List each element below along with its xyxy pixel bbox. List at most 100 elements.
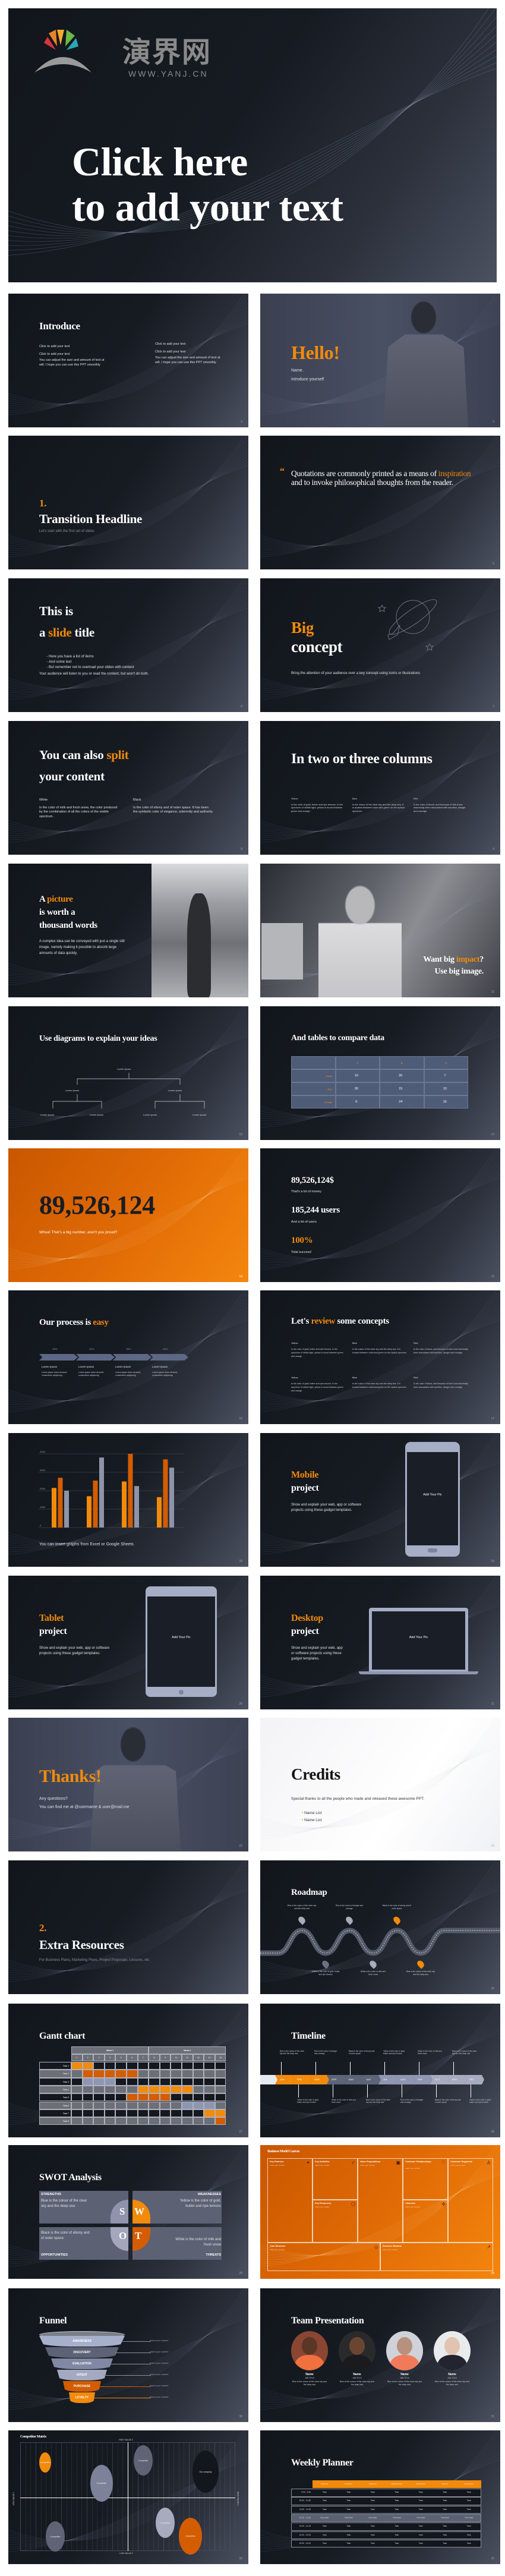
planner-cell[interactable]: Task <box>385 2525 409 2527</box>
slide-credits[interactable]: Credits Special thanks to all the people… <box>260 1718 500 1851</box>
title-slide[interactable]: 演界网 WWW.YANJ.CN Click here to add your t… <box>8 8 497 282</box>
hero-title-line2[interactable]: to add your text <box>72 185 343 228</box>
slide-roadmap[interactable]: Roadmap 26 Blue is the colour of the cle… <box>260 1860 500 1994</box>
slide-hello[interactable]: Hello! Name. introduce yourself 3 <box>260 294 500 427</box>
slide-quote[interactable]: “ Quotations are commonly printed as a m… <box>260 436 500 569</box>
canvas-block[interactable]: Customer Segments Insert your content ♙ <box>448 2158 493 2243</box>
slide-business-model-canvas[interactable]: Business Model Canvas 29 Key Partners Ins… <box>260 2145 500 2279</box>
planner-cell[interactable]: Task <box>361 2499 385 2502</box>
slide-swot[interactable]: SWOT Analysis S W O T STRENGTHS Blue is … <box>8 2145 248 2279</box>
slide-timeline[interactable]: Timeline 28 JAN Blue is the colour of the… <box>260 2004 500 2137</box>
competitor-bubble[interactable]: Competitor <box>90 2465 113 2502</box>
planner-cell[interactable]: Task <box>313 2508 337 2511</box>
planner-cell[interactable]: Task <box>361 2525 385 2527</box>
slide-team[interactable]: Team Presentation 31 Name JOB TITLE Blue i… <box>260 2288 500 2422</box>
slide-weekly-planner[interactable]: Weekly Planner 33 SUNDAY MONDAY TUESDAY WED… <box>260 2430 500 2564</box>
planner-cell[interactable]: Task <box>457 2534 481 2536</box>
planner-cell[interactable]: Task <box>385 2499 409 2502</box>
competitor-bubble[interactable]: Competitor <box>179 2518 202 2555</box>
slide-mobile[interactable]: Mobile project Show and explain your web… <box>260 1433 500 1567</box>
canvas-block[interactable]: Cost Structure Insert your content ◇ <box>267 2243 380 2271</box>
slide-extra-resources[interactable]: 2. Extra Resources For Business Plans, M… <box>8 1860 248 1994</box>
canvas-block[interactable]: Key Partners Insert your content ⚭ <box>267 2158 313 2243</box>
slide-slide-title[interactable]: This is a slide title Here you have a li… <box>8 578 248 712</box>
slide-desktop[interactable]: Desktop project Show and explain your we… <box>260 1576 500 1709</box>
planner-cell[interactable]: Task <box>409 2542 433 2544</box>
slide-split-content[interactable]: You can also split your content White Is … <box>8 721 248 855</box>
planner-cell[interactable]: Task <box>313 2534 337 2536</box>
planner-cell[interactable]: Task <box>313 2491 337 2493</box>
slide-tables[interactable]: And tables to compare data A B C Yellow 10 20… <box>260 1006 500 1140</box>
hero-title-line1[interactable]: Click here <box>72 140 248 183</box>
slide-process[interactable]: Our process is easy 16 20XX Lorem Ipsum Lo… <box>8 1290 248 1424</box>
slide-big-number[interactable]: 89,526,124 Whoa! That's a big number, ar… <box>8 1148 248 1282</box>
planner-cell[interactable]: Task <box>409 2499 433 2502</box>
phone-screen[interactable] <box>407 1452 458 1545</box>
planner-cell[interactable]: Task <box>361 2491 385 2493</box>
planner-cell[interactable]: Task <box>385 2542 409 2544</box>
slide-columns[interactable]: In two or three columns Yellow Is the col… <box>260 721 500 855</box>
competitor-bubble[interactable]: Competitor <box>134 2445 153 2476</box>
planner-cell[interactable]: Task <box>433 2508 457 2511</box>
planner-cell[interactable]: Free time <box>433 2517 457 2519</box>
slide-stats[interactable]: 89,526,124$ That's a lot of money 185,24… <box>260 1148 500 1282</box>
slide-introduce[interactable]: Introduce Click to add your text Click t… <box>8 294 248 427</box>
planner-cell[interactable]: Task <box>313 2499 337 2502</box>
planner-cell[interactable]: Task <box>457 2499 481 2502</box>
planner-cell[interactable]: Task <box>313 2525 337 2527</box>
planner-cell[interactable]: Task <box>337 2508 361 2511</box>
planner-cell[interactable]: Task <box>409 2525 433 2527</box>
slide-chart[interactable]: 0 1000 2000 3000 4000 You can insert graphs … <box>8 1433 248 1567</box>
slide-big-concept[interactable]: Big concept Bring the attention of your … <box>260 578 500 712</box>
planner-cell[interactable]: Task <box>337 2499 361 2502</box>
planner-cell[interactable]: Task <box>433 2491 457 2493</box>
canvas-block[interactable]: Channels Insert your content ✣ <box>403 2200 448 2243</box>
planner-cell[interactable]: Free time <box>337 2517 361 2519</box>
planner-cell[interactable]: Free time <box>361 2517 385 2519</box>
planner-cell[interactable]: Task <box>409 2508 433 2511</box>
slide-funnel[interactable]: Funnel 30 AWARENESS Insert your content DI… <box>8 2288 248 2422</box>
slide-diagrams[interactable]: Use diagrams to explain your ideas Lorem… <box>8 1006 248 1140</box>
canvas-block[interactable]: Revenue Streams Insert your content ↗ <box>380 2243 493 2271</box>
planner-cell[interactable]: Task <box>385 2491 409 2493</box>
planner-cell[interactable]: Task <box>361 2542 385 2544</box>
planner-cell[interactable]: Task <box>313 2542 337 2544</box>
planner-cell[interactable]: Task <box>385 2534 409 2536</box>
slide-review[interactable]: Let's review some concepts 17 Yellow Is t… <box>260 1290 500 1424</box>
planner-cell[interactable]: Task <box>457 2491 481 2493</box>
planner-cell[interactable]: Free time <box>385 2517 409 2519</box>
planner-cell[interactable]: Task <box>457 2525 481 2527</box>
planner-cell[interactable]: Task <box>337 2491 361 2493</box>
competitor-bubble[interactable]: Competitor <box>156 2508 175 2538</box>
planner-cell[interactable]: Task <box>457 2542 481 2544</box>
canvas-block[interactable]: Key Resources Insert your content ⬡ <box>313 2200 358 2243</box>
planner-cell[interactable]: Free time <box>409 2517 433 2519</box>
planner-cell[interactable]: Task <box>337 2534 361 2536</box>
tablet-screen[interactable] <box>147 1596 215 1687</box>
slide-competitor-matrix[interactable]: Competitor Matrix HIGH VALUE 2 LOW VALUE… <box>8 2430 248 2564</box>
canvas-block[interactable]: Value Propositions Insert your content ▣ <box>358 2158 403 2243</box>
planner-cell[interactable]: Free time <box>457 2517 481 2519</box>
slide-big-image[interactable]: Want big impact? Use big image. 11 <box>260 864 500 997</box>
planner-cell[interactable]: Task <box>433 2499 457 2502</box>
planner-cell[interactable]: Task <box>409 2491 433 2493</box>
planner-cell[interactable]: Task <box>433 2542 457 2544</box>
planner-cell[interactable]: Task <box>361 2534 385 2536</box>
planner-cell[interactable]: Task <box>433 2525 457 2527</box>
canvas-block[interactable]: Customer Relationships Insert your conten… <box>403 2158 448 2200</box>
planner-cell[interactable]: Task <box>409 2534 433 2536</box>
canvas-block[interactable]: Key Activities Insert your content ✓ <box>313 2158 358 2200</box>
slide-thanks[interactable]: Thanks! Any questions? You can find me a… <box>8 1718 248 1851</box>
planner-cell[interactable]: Task <box>361 2508 385 2511</box>
slide-picture[interactable]: A picture is worth a thousand words A co… <box>8 864 248 997</box>
planner-cell[interactable]: Task <box>433 2534 457 2536</box>
competitor-bubble[interactable]: Our company <box>192 2451 219 2493</box>
laptop-screen[interactable] <box>372 1611 465 1670</box>
planner-cell[interactable]: Task <box>337 2525 361 2527</box>
competitor-bubble[interactable]: Competitor <box>46 2521 65 2552</box>
planner-cell[interactable]: Task <box>457 2508 481 2511</box>
planner-cell[interactable]: Task <box>337 2542 361 2544</box>
planner-cell[interactable]: Free time <box>313 2517 337 2519</box>
planner-cell[interactable]: Task <box>385 2508 409 2511</box>
competitor-bubble[interactable]: Competitor <box>39 2452 51 2473</box>
